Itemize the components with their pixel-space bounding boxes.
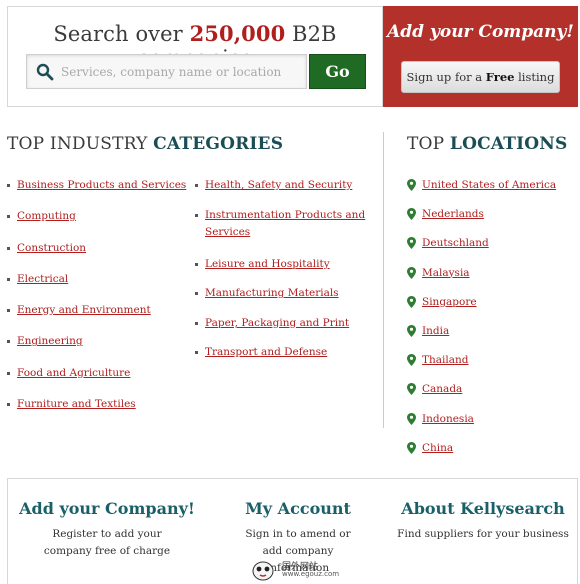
footer-add-company-text: Register to add your company free of cha… <box>43 528 171 557</box>
map-pin-icon <box>407 441 416 454</box>
location-item: Thailand <box>407 352 577 368</box>
category-link[interactable]: Energy and Environment <box>17 304 151 316</box>
add-company-title: Add your Company! <box>387 22 574 42</box>
map-pin-icon <box>407 295 416 308</box>
location-link[interactable]: Thailand <box>422 354 469 366</box>
category-link[interactable]: Paper, Packaging and Print <box>205 317 349 329</box>
category-item: Manufacturing Materials <box>195 285 380 301</box>
category-item: Leisure and Hospitality <box>195 256 380 272</box>
map-pin-icon <box>407 266 416 279</box>
footer-about-title[interactable]: About Kellysearch <box>388 499 578 518</box>
location-item: China <box>407 440 577 456</box>
category-item: Transport and Defense <box>195 344 380 360</box>
location-item: India <box>407 323 577 339</box>
category-item: Business Products and Services <box>7 177 192 193</box>
signup-free: Free <box>485 70 515 84</box>
watermark: 国外网站 www.egouz.com <box>248 558 340 582</box>
location-link[interactable]: United States of America <box>422 179 556 191</box>
footer-about-text: Find suppliers for your business <box>397 528 569 540</box>
map-pin-icon <box>407 383 416 396</box>
signup-post: listing <box>514 70 555 84</box>
footer-add-company-title[interactable]: Add your Company! <box>8 499 206 518</box>
category-item: Furniture and Textiles <box>7 396 192 412</box>
category-item: Energy and Environment <box>7 302 192 318</box>
location-link[interactable]: Malaysia <box>422 267 470 279</box>
locations-heading: TOP LOCATIONS <box>407 134 568 154</box>
category-item: Instrumentation Products and Services <box>195 207 380 241</box>
location-item: Nederlands <box>407 206 577 222</box>
category-link[interactable]: Engineering <box>17 335 83 347</box>
location-item: Deutschland <box>407 235 577 251</box>
map-pin-icon <box>407 237 416 250</box>
add-company-panel: Add your Company! Sign up for a Free lis… <box>383 6 578 107</box>
search-panel: Search over 250,000 B2B companies Go <box>7 6 383 107</box>
category-link[interactable]: Manufacturing Materials <box>205 287 339 299</box>
location-item: Malaysia <box>407 265 577 281</box>
category-link[interactable]: Leisure and Hospitality <box>205 258 330 270</box>
map-pin-icon <box>407 179 416 191</box>
category-item: Computing <box>7 208 192 224</box>
location-item: Indonesia <box>407 411 577 427</box>
signup-button[interactable]: Sign up for a Free listing <box>401 61 560 93</box>
category-item: Health, Safety and Security <box>195 177 380 193</box>
category-item: Electrical <box>7 271 192 287</box>
location-link[interactable]: India <box>422 325 449 337</box>
search-box[interactable] <box>26 54 307 89</box>
map-pin-icon <box>407 412 416 425</box>
categories-heading: TOP INDUSTRY CATEGORIES <box>7 134 283 154</box>
categories-heading-em: CATEGORIES <box>153 134 284 154</box>
footer-my-account-title[interactable]: My Account <box>198 499 398 518</box>
category-link[interactable]: Transport and Defense <box>205 346 327 358</box>
location-link[interactable]: China <box>422 442 453 454</box>
category-link[interactable]: Furniture and Textiles <box>17 398 136 410</box>
location-link[interactable]: Deutschland <box>422 237 489 249</box>
headline-count: 250,000 <box>189 21 286 46</box>
location-item: Canada <box>407 381 577 397</box>
category-list-col2: Health, Safety and Security Instrumentat… <box>195 177 380 374</box>
go-button[interactable]: Go <box>309 54 366 89</box>
category-link[interactable]: Business Products and Services <box>17 179 186 191</box>
watermark-logo-icon <box>252 561 274 581</box>
category-link[interactable]: Electrical <box>17 273 68 285</box>
location-item: United States of America <box>407 177 577 193</box>
category-link[interactable]: Health, Safety and Security <box>205 179 352 191</box>
signup-pre: Sign up for a <box>406 70 486 84</box>
location-link[interactable]: Indonesia <box>422 413 474 425</box>
category-link[interactable]: Food and Agriculture <box>17 367 130 379</box>
map-pin-icon <box>407 208 416 221</box>
category-list-col1: Business Products and Services Computing… <box>7 177 192 427</box>
map-pin-icon <box>407 354 416 367</box>
watermark-url: www.egouz.com <box>282 570 340 578</box>
category-item: Engineering <box>7 333 192 349</box>
location-item: Singapore <box>407 294 577 310</box>
location-link[interactable]: Singapore <box>422 296 477 308</box>
category-link[interactable]: Instrumentation Products and Services <box>205 209 365 238</box>
category-link[interactable]: Computing <box>17 210 76 222</box>
location-list: United States of America Nederlands Deut… <box>407 177 577 469</box>
footer-about: About Kellysearch Find suppliers for you… <box>388 479 578 543</box>
categories-heading-plain: TOP INDUSTRY <box>7 134 154 154</box>
location-link[interactable]: Nederlands <box>422 208 484 220</box>
search-icon <box>36 63 54 81</box>
location-link[interactable]: Canada <box>422 383 462 395</box>
category-item: Food and Agriculture <box>7 365 192 381</box>
footer-add-company: Add your Company! Register to add your c… <box>8 479 206 560</box>
search-input[interactable] <box>61 55 301 88</box>
headline-pre: Search over <box>53 22 190 46</box>
map-pin-icon <box>407 324 416 337</box>
category-item: Paper, Packaging and Print <box>195 315 380 331</box>
category-link[interactable]: Construction <box>17 242 86 254</box>
locations-heading-plain: TOP <box>407 134 450 154</box>
category-item: Construction <box>7 240 192 256</box>
locations-heading-em: LOCATIONS <box>449 134 568 154</box>
column-divider <box>383 132 384 428</box>
